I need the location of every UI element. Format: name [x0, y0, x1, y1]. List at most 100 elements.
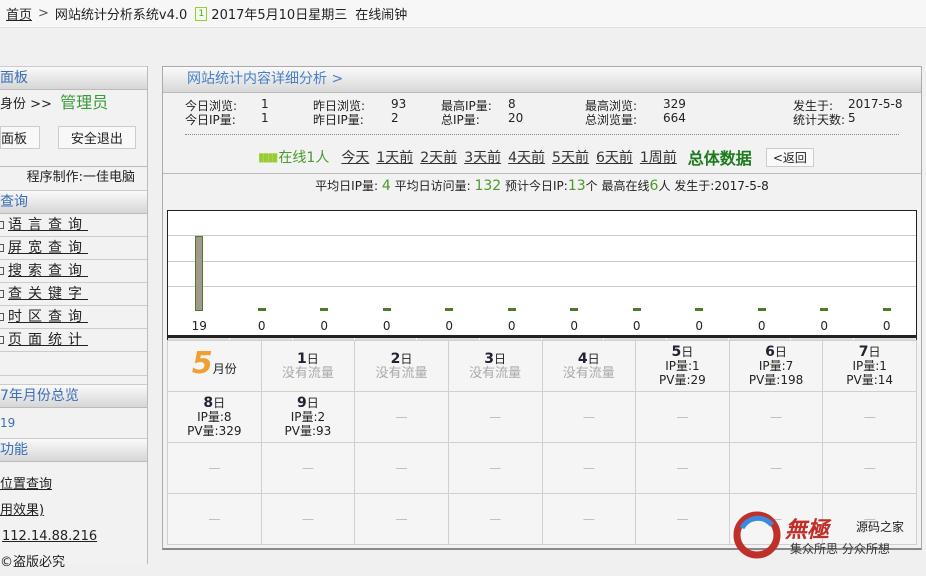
- day-suffix: 日: [774, 345, 787, 359]
- chart-bar: [632, 308, 641, 311]
- day-ip: IP量:8: [197, 410, 232, 424]
- query-link[interactable]: 时区查询: [8, 309, 88, 325]
- day-number: 5: [671, 344, 682, 360]
- calendar-empty-cell: —: [635, 391, 730, 443]
- avg-visit-label: 平均日访问量:: [394, 179, 471, 193]
- day-number: 3: [484, 350, 495, 367]
- online-icon: ▮▮▮▮: [258, 150, 278, 164]
- empty-dash: —: [489, 461, 502, 475]
- empty-dash: —: [208, 461, 221, 475]
- calendar-empty-cell: —: [447, 391, 543, 443]
- query-item[interactable]: 屏宽查询: [0, 237, 147, 260]
- query-item[interactable]: 页面统计: [0, 329, 147, 352]
- back-button[interactable]: <返回: [765, 147, 814, 167]
- calendar-empty-cell: —: [260, 493, 356, 545]
- calendar-day-cell: 2日 没有流量: [354, 340, 449, 392]
- query-header: 查询: [0, 190, 147, 214]
- period-nav: ▮▮▮▮ 在线1人 今天 1天前 2天前 3天前 4天前 5天前 6天前 1周前 总体数据 <…: [258, 145, 814, 169]
- chart-bar: [820, 308, 829, 311]
- period-link[interactable]: 6天前: [596, 150, 633, 166]
- period-link[interactable]: 4天前: [508, 150, 545, 166]
- calendar-icon: 1: [195, 6, 208, 21]
- watermark-logo: 無極 源码之家 集众所思 分众所想: [730, 508, 926, 564]
- no-traffic: 没有流量: [281, 365, 334, 381]
- month-overview-value[interactable]: 19: [0, 408, 147, 438]
- query-item[interactable]: 语言查询: [0, 214, 147, 237]
- empty-dash: —: [676, 512, 689, 526]
- chart-bar: [757, 308, 766, 311]
- current-date: 2017年5月10日星期三: [211, 8, 348, 23]
- panel-button[interactable]: 面板: [0, 126, 41, 149]
- empty-dash: —: [301, 512, 314, 526]
- bullet-icon: [0, 244, 4, 252]
- query-link[interactable]: 屏宽查询: [8, 240, 88, 256]
- bullet-icon: [0, 267, 4, 275]
- stat-value: 1: [261, 111, 269, 125]
- empty-dash: —: [863, 461, 876, 475]
- period-link[interactable]: 今天: [341, 150, 369, 166]
- stat-value: 20: [508, 111, 524, 125]
- alarm-link[interactable]: 在线闹钟: [355, 4, 407, 23]
- period-link[interactable]: 5天前: [552, 150, 589, 166]
- home-link[interactable]: 首页: [6, 4, 32, 23]
- location-query-link[interactable]: 位置查询: [0, 477, 52, 492]
- chart-bar: [695, 308, 704, 311]
- stat-label: 统计天数:: [793, 113, 846, 127]
- day-pv: PV量:14: [846, 373, 894, 387]
- chart-data-label: 0: [695, 319, 704, 333]
- chart-data-label: 0: [632, 319, 641, 333]
- calendar-empty-cell: —: [260, 442, 356, 494]
- total-data-title[interactable]: 总体数据: [688, 145, 752, 169]
- function-header: 功能: [0, 438, 147, 462]
- watermark-site: 源码之家: [856, 520, 905, 534]
- calendar-day-cell: 5日 IP量:1 PV量:29: [635, 340, 730, 392]
- stat-label: 昨日IP量:: [313, 113, 364, 127]
- calendar-empty-cell: —: [635, 493, 730, 545]
- calendar-empty-cell: —: [447, 493, 543, 545]
- query-item[interactable]: 时区查询: [0, 306, 147, 329]
- divider: [185, 134, 899, 135]
- period-link[interactable]: 1周前: [640, 150, 677, 166]
- calendar-empty-cell: —: [822, 442, 917, 494]
- calendar-empty-cell: —: [541, 442, 637, 494]
- query-item[interactable]: 搜索查询: [0, 260, 147, 283]
- empty-dash: —: [582, 461, 595, 475]
- query-link[interactable]: 查关键字: [8, 286, 88, 302]
- stat-value: 93: [391, 97, 407, 111]
- stat-value: 329: [663, 97, 686, 111]
- chart-data-label: 19: [191, 319, 207, 333]
- stat-value: 2017-5-8: [848, 97, 903, 111]
- day-ip: IP量:7: [758, 359, 794, 373]
- period-link[interactable]: 3天前: [464, 150, 501, 166]
- calendar-empty-cell: —: [541, 391, 637, 443]
- online-count: 在线1人: [278, 150, 330, 166]
- calendar-empty-cell: —: [822, 391, 917, 443]
- logout-button[interactable]: 安全退出: [57, 126, 136, 149]
- day-suffix: 日: [306, 396, 319, 410]
- calendar-empty-cell: —: [635, 442, 730, 494]
- query-link[interactable]: 页面统计: [8, 332, 88, 348]
- calendar-day-cell: 7日 IP量:1 PV量:14: [822, 340, 917, 392]
- query-link[interactable]: 语言查询: [8, 217, 88, 233]
- calendar-day-cell: 9日 IP量:2 PV量:93: [260, 391, 356, 443]
- ip-link[interactable]: 112.14.88.216: [2, 529, 97, 544]
- chart-bar: [320, 308, 329, 311]
- chart-bar: [257, 308, 266, 311]
- bullet-icon: [0, 336, 4, 344]
- empty-dash: —: [489, 410, 502, 424]
- effect-link[interactable]: 用效果): [0, 503, 44, 518]
- system-title: 网站统计分析系统v4.0: [54, 8, 188, 23]
- period-link[interactable]: 2天前: [420, 150, 457, 166]
- calendar-empty-cell: —: [728, 442, 824, 494]
- bullet-icon: [0, 290, 4, 298]
- calendar-day-cell: 8日 IP量:8 PV量:329: [167, 391, 262, 443]
- calendar-empty-cell: —: [728, 391, 824, 443]
- day-suffix: 日: [868, 345, 881, 359]
- query-item[interactable]: 查关键字: [0, 283, 147, 306]
- bullet-icon: [0, 313, 4, 321]
- identity-value: 管理员: [60, 93, 109, 112]
- calendar-empty-cell: —: [354, 493, 449, 545]
- query-link[interactable]: 搜索查询: [8, 263, 88, 279]
- month-number: 5: [191, 345, 213, 381]
- period-link[interactable]: 1天前: [376, 150, 413, 166]
